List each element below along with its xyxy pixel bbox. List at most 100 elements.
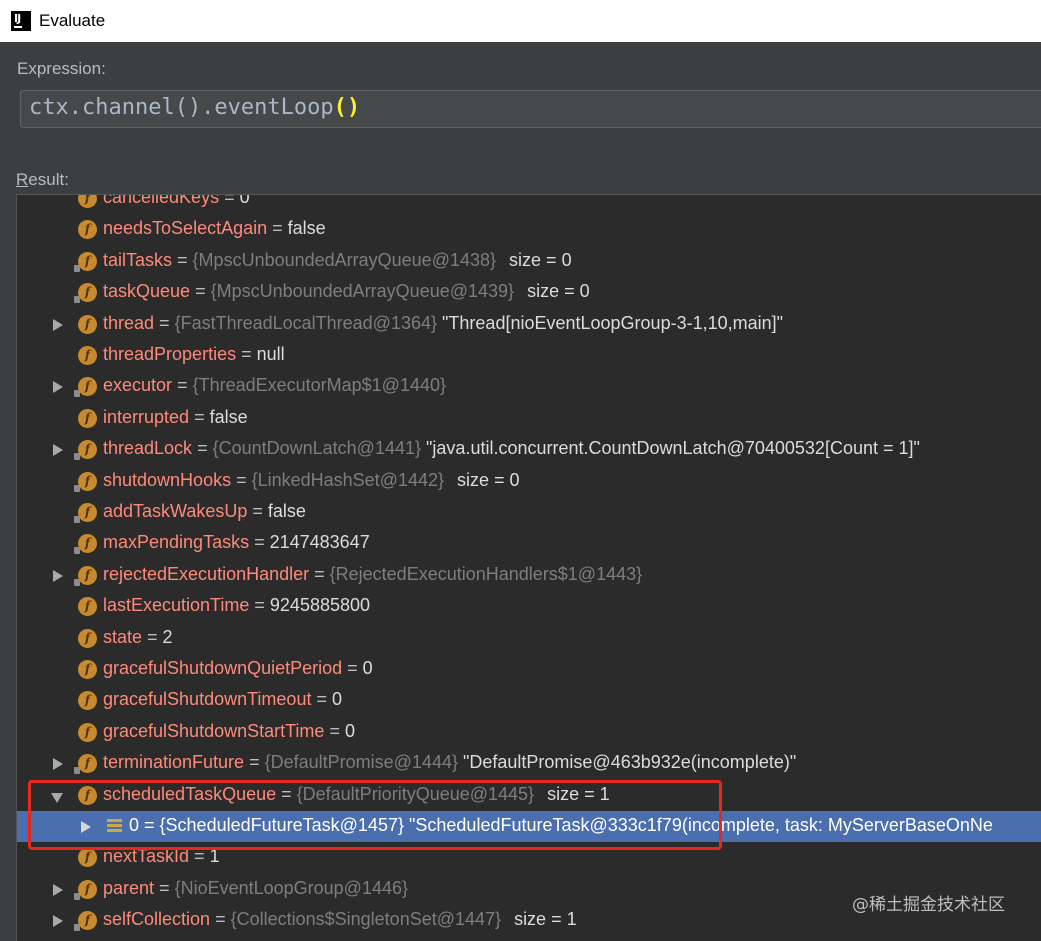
tree-row[interactable]: f threadLock = {CountDownLatch@1441} "jav… (17, 434, 1041, 465)
field-value: null (256, 344, 285, 364)
equals-sign: = (311, 689, 332, 710)
tree-row[interactable]: f terminationFuture = {DefaultPromise@144… (17, 748, 1041, 779)
field-value: 0 (331, 689, 342, 710)
final-field-icon: f (74, 534, 97, 555)
field-icon: f (78, 346, 97, 365)
expression-input[interactable]: ctx.channel().eventLoop() (20, 90, 1041, 128)
expand-arrow-icon[interactable] (81, 821, 91, 833)
expression-text[interactable]: ctx.channel().eventLoop() (29, 95, 360, 120)
tree-row-text: scheduledTaskQueue = {DefaultPriorityQue… (103, 784, 610, 805)
tree-row-text: gracefulShutdownTimeout = 0 (103, 689, 342, 710)
tree-row[interactable]: f executor = {ThreadExecutorMap$1@1440} (17, 371, 1041, 402)
field-value: 2147483647 (269, 532, 370, 553)
equals-sign: = (139, 815, 160, 835)
object-reference: {ThreadExecutorMap$1@1440} (192, 375, 447, 396)
tree-row-text: selfCollection = {Collections$SingletonS… (103, 909, 577, 930)
tree-row-text: rejectedExecutionHandler = {RejectedExec… (103, 564, 642, 585)
collection-size: size = 0 (457, 469, 520, 490)
title-bar: IJ Evaluate (0, 0, 1041, 42)
tree-row-text: gracefulShutdownQuietPeriod = 0 (103, 658, 373, 679)
field-icon: f (78, 691, 97, 711)
field-name: 0 (129, 815, 140, 835)
tree-row[interactable]: f cancelledKeys = 0 (17, 195, 1041, 214)
object-reference: {ScheduledFutureTask@1457} (159, 815, 404, 835)
field-name: shutdownHooks (103, 469, 232, 490)
field-name: gracefulShutdownTimeout (103, 689, 312, 710)
watermark-text: @稀土掘金技术社区 (852, 895, 1005, 915)
field-name: addTaskWakesUp (103, 501, 248, 521)
equals-sign: = (192, 438, 213, 459)
expand-arrow-icon[interactable] (53, 569, 63, 582)
field-icon: f (78, 220, 97, 240)
tree-row[interactable]: f threadProperties = null (17, 340, 1041, 371)
expand-arrow-icon[interactable] (53, 758, 63, 771)
field-name: threadLock (103, 438, 193, 459)
collection-size: size = 0 (527, 281, 590, 302)
result-tree[interactable]: f cancelledKeys = 0 f needsToSelectAgain = … (16, 194, 1041, 941)
field-name: needsToSelectAgain (103, 218, 268, 239)
tree-row[interactable]: f state = 2 (17, 623, 1041, 654)
tree-row[interactable]: f rejectedExecutionHandler = {RejectedExe… (17, 560, 1041, 591)
tree-row[interactable]: f interrupted = false (17, 403, 1041, 434)
tree-row[interactable]: f maxPendingTasks = 2147483647 (17, 528, 1041, 559)
expand-arrow-icon[interactable] (53, 883, 63, 896)
tree-row[interactable]: f nextTaskId = 1 (17, 842, 1041, 873)
equals-sign: = (342, 658, 363, 678)
tree-row-text: threadProperties = null (103, 344, 285, 365)
object-reference: {MpscUnboundedArrayQueue@1439} (210, 281, 515, 302)
expand-arrow-icon[interactable] (53, 915, 63, 928)
equals-sign: = (231, 469, 252, 490)
tree-row-text: nextTaskId = 1 (103, 846, 220, 867)
tree-row[interactable]: f gracefulShutdownStartTime = 0 (17, 717, 1041, 748)
equals-sign: = (324, 720, 345, 741)
tree-row[interactable]: 0 = {ScheduledFutureTask@1457} "Schedule… (17, 811, 1041, 842)
expand-arrow-icon[interactable] (53, 381, 63, 394)
intellij-app-icon: IJ (11, 11, 31, 31)
tree-row[interactable]: f taskQueue = {MpscUnboundedArrayQueue@14… (17, 277, 1041, 308)
field-icon: f (78, 722, 97, 742)
result-label: Result: (16, 170, 69, 189)
field-value: false (287, 218, 326, 239)
tree-row-text: tailTasks = {MpscUnboundedArrayQueue@143… (103, 250, 572, 271)
field-icon: f (78, 785, 97, 805)
object-reference: {DefaultPriorityQueue@1445} (296, 783, 535, 804)
tree-row[interactable]: f thread = {FastThreadLocalThread@1364} "… (17, 309, 1041, 340)
field-value: "java.util.concurrent.CountDownLatch@704… (426, 438, 920, 459)
field-name: threadProperties (103, 344, 237, 364)
tree-row[interactable]: f tailTasks = {MpscUnboundedArrayQueue@14… (17, 246, 1041, 277)
tree-row-text: executor = {ThreadExecutorMap$1@1440} (103, 375, 446, 396)
equals-sign: = (244, 752, 265, 773)
expand-arrow-icon[interactable] (53, 318, 63, 331)
final-field-icon: f (74, 503, 97, 523)
equals-sign: = (142, 626, 163, 647)
tree-row-text: terminationFuture = {DefaultPromise@1444… (103, 752, 796, 773)
tree-row[interactable]: f needsToSelectAgain = false (17, 214, 1041, 245)
equals-sign: = (189, 846, 210, 867)
collapse-arrow-icon[interactable] (51, 792, 63, 803)
expand-arrow-icon[interactable] (53, 444, 63, 457)
field-value: 0 (344, 720, 355, 741)
tree-row-text: maxPendingTasks = 2147483647 (103, 532, 370, 553)
tree-row[interactable]: f lastExecutionTime = 9245885800 (17, 591, 1041, 622)
field-name: selfCollection (103, 909, 211, 930)
tree-row[interactable]: f gracefulShutdownTimeout = 0 (17, 685, 1041, 716)
tree-row-text: needsToSelectAgain = false (103, 218, 326, 239)
tree-row[interactable]: f shutdownHooks = {LinkedHashSet@1442} si… (17, 466, 1041, 497)
field-name: maxPendingTasks (103, 532, 250, 553)
tree-row[interactable]: f scheduledTaskQueue = {DefaultPriorityQu… (17, 780, 1041, 811)
field-value: false (267, 501, 306, 521)
final-field-icon: f (74, 283, 97, 304)
object-reference: {CountDownLatch@1441} (212, 438, 422, 459)
tree-row[interactable]: f gracefulShutdownQuietPeriod = 0 (17, 654, 1041, 685)
field-name: taskQueue (103, 281, 191, 302)
field-value: "ScheduledFutureTask@333c1f79(incomplete… (409, 815, 993, 835)
field-name: state (103, 626, 143, 647)
final-field-icon: f (74, 471, 97, 492)
field-icon: f (78, 597, 97, 617)
object-reference: {Collections$SingletonSet@1447} (230, 909, 502, 930)
tree-row[interactable]: f addTaskWakesUp = false (17, 497, 1041, 528)
field-icon: f (78, 660, 97, 679)
tree-row-text: state = 2 (103, 627, 173, 648)
tree-row-text: interrupted = false (103, 407, 248, 428)
object-reference: {NioEventLoopGroup@1446} (174, 877, 409, 898)
